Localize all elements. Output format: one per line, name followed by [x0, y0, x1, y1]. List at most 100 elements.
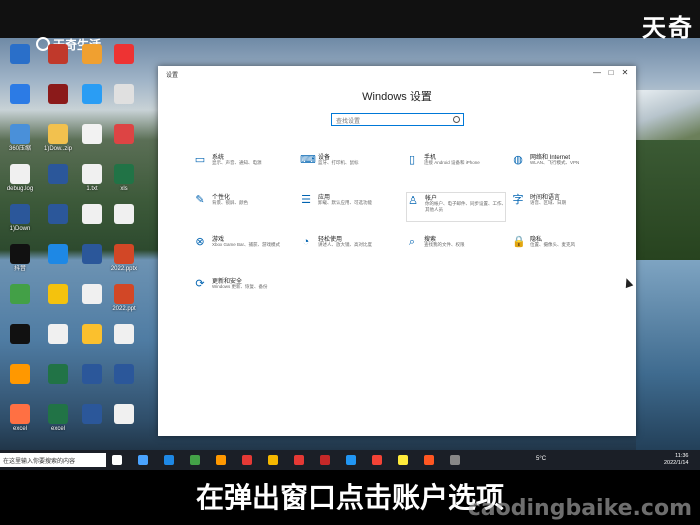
- desktop-icon[interactable]: [108, 124, 140, 145]
- desktop-icon[interactable]: [108, 84, 140, 105]
- taskbar-app-icon[interactable]: [242, 455, 252, 465]
- settings-tile[interactable]: ⌨ 设备 蓝牙、打印机、鼠标: [300, 152, 400, 182]
- desktop-icon[interactable]: [76, 84, 108, 105]
- close-button[interactable]: ✕: [618, 68, 632, 77]
- desktop-icon[interactable]: [42, 244, 74, 265]
- desktop-icon[interactable]: [108, 324, 140, 345]
- file-icon: [10, 364, 30, 384]
- desktop-icon[interactable]: 1)Down: [4, 204, 36, 233]
- settings-tile[interactable]: ✎ 个性化 背景、锁屏、颜色: [194, 192, 294, 222]
- taskbar-app-icon[interactable]: [398, 455, 408, 465]
- desktop-icon[interactable]: [4, 324, 36, 345]
- desktop-icon[interactable]: [76, 284, 108, 305]
- desktop-icon[interactable]: [76, 364, 108, 385]
- file-icon: [48, 164, 68, 184]
- desktop-icon[interactable]: [4, 284, 36, 305]
- desktop-icon[interactable]: [42, 204, 74, 225]
- file-icon: [10, 284, 30, 304]
- watermark: caodingbaike.com: [467, 496, 692, 521]
- desktop-icon[interactable]: 1)Dow..zip: [42, 124, 74, 153]
- settings-tile[interactable]: ⊗ 游戏 Xbox Game Bar、捕获、游戏模式: [194, 234, 294, 264]
- desktop-icon[interactable]: 360压缩: [4, 124, 36, 153]
- settings-tile[interactable]: ▯ 手机 连接 Android 设备和 iPhone: [406, 152, 506, 182]
- taskbar-app-icon[interactable]: [190, 455, 200, 465]
- desktop-icon[interactable]: [42, 284, 74, 305]
- desktop-icon[interactable]: [42, 324, 74, 345]
- file-icon: [82, 204, 102, 224]
- wallpaper-lake: [636, 260, 700, 450]
- settings-heading: Windows 设置: [362, 91, 432, 103]
- top-right-brand: 天奇: [642, 14, 694, 42]
- desktop-icon[interactable]: [108, 364, 140, 385]
- desktop-icon[interactable]: [108, 204, 140, 225]
- desktop-icon[interactable]: [42, 364, 74, 385]
- settings-tile[interactable]: ⌕ 搜索 查找我的文件、权限: [406, 234, 506, 264]
- desktop-icon[interactable]: [76, 44, 108, 65]
- settings-tile[interactable]: ☰ 应用 卸载、默认应用、可选功能: [300, 192, 400, 222]
- file-icon: [10, 404, 30, 424]
- desktop-icon[interactable]: [76, 324, 108, 345]
- desktop-icon[interactable]: [42, 84, 74, 105]
- desktop-icon[interactable]: 抖音: [4, 244, 36, 273]
- file-icon: [10, 44, 30, 64]
- file-icon: [114, 84, 134, 104]
- taskbar: 在这里输入你要搜索的内容 5°C 11:36 2022/1/14: [0, 450, 700, 470]
- desktop-icon[interactable]: debug.log: [4, 164, 36, 193]
- settings-tile[interactable]: ▭ 系统 显示、声音、通知、电源: [194, 152, 294, 182]
- settings-tile[interactable]: 🔒 隐私 位置、摄像头、麦克风: [512, 234, 612, 264]
- taskbar-app-icon[interactable]: [320, 455, 330, 465]
- clock-time: 11:36: [675, 453, 689, 459]
- settings-tile[interactable]: ◔ 轻松使用 讲述人、放大镜、高对比度: [300, 234, 400, 264]
- taskbar-clock[interactable]: 11:36 2022/1/14: [664, 453, 688, 467]
- tile-description: 蓝牙、打印机、鼠标: [318, 160, 359, 165]
- subtitle-bar: 在弹出窗口点击账户选项 caodingbaike.com: [0, 470, 700, 525]
- taskbar-app-icon[interactable]: [424, 455, 434, 465]
- tile-description: 查找我的文件、权限: [424, 242, 465, 247]
- settings-tile[interactable]: 字时间和语言 语音、区域、日期: [512, 192, 612, 222]
- taskbar-app-icon[interactable]: [164, 455, 174, 465]
- desktop-icon[interactable]: excel: [4, 404, 36, 433]
- taskbar-app-icon[interactable]: [372, 455, 382, 465]
- settings-tile[interactable]: ⟳ 更新和安全 Windows 更新、恢复、备份: [194, 276, 294, 306]
- maximize-button[interactable]: □: [604, 68, 618, 77]
- file-icon: [82, 324, 102, 344]
- desktop-icon[interactable]: [42, 164, 74, 185]
- minimize-button[interactable]: —: [590, 68, 604, 77]
- taskbar-app-icon[interactable]: [216, 455, 226, 465]
- settings-tile[interactable]: ◍ 网络和 Internet WLAN、飞行模式、VPN: [512, 152, 612, 182]
- taskbar-search-input[interactable]: 在这里输入你要搜索的内容: [0, 453, 106, 467]
- mouse-cursor-icon: [622, 276, 634, 289]
- desktop-icon[interactable]: [76, 124, 108, 145]
- settings-search-input[interactable]: 查找设置: [331, 113, 464, 126]
- desktop-icon[interactable]: [4, 364, 36, 385]
- taskbar-app-icon[interactable]: [268, 455, 278, 465]
- desktop-icon[interactable]: excel: [42, 404, 74, 433]
- desktop-icon[interactable]: [4, 84, 36, 105]
- taskbar-app-icon[interactable]: [112, 455, 122, 465]
- taskbar-app-icon[interactable]: [294, 455, 304, 465]
- settings-tile[interactable]: ♙ 帐户 你的帐户、电子邮件、同步设置、工作、其他人员: [406, 192, 506, 222]
- desktop-icon[interactable]: [42, 44, 74, 65]
- lock-icon: 🔒: [512, 236, 526, 248]
- desktop-icon[interactable]: [108, 404, 140, 425]
- file-icon: [10, 164, 30, 184]
- desktop-icon[interactable]: xls: [108, 164, 140, 193]
- tile-description: 连接 Android 设备和 iPhone: [424, 160, 480, 165]
- taskbar-app-icon[interactable]: [450, 455, 460, 465]
- desktop-icon[interactable]: [4, 44, 36, 65]
- desktop-icon[interactable]: 2022.pptx: [108, 244, 140, 273]
- taskbar-app-icon[interactable]: [346, 455, 356, 465]
- desktop-icon[interactable]: 2022.ppt: [108, 284, 140, 313]
- desktop-icon[interactable]: 1.txt: [76, 164, 108, 193]
- file-icon: [114, 124, 134, 144]
- weather-readout[interactable]: 5°C: [536, 456, 546, 462]
- taskbar-app-icon[interactable]: [138, 455, 148, 465]
- window-title: 设置: [166, 73, 179, 79]
- file-icon: [48, 364, 68, 384]
- update-icon: ⟳: [195, 278, 205, 290]
- desktop-icon[interactable]: [76, 244, 108, 265]
- wallpaper-forest: [636, 140, 700, 260]
- desktop-icon[interactable]: [108, 44, 140, 65]
- desktop-icon[interactable]: [76, 204, 108, 225]
- desktop-icon[interactable]: [76, 404, 108, 425]
